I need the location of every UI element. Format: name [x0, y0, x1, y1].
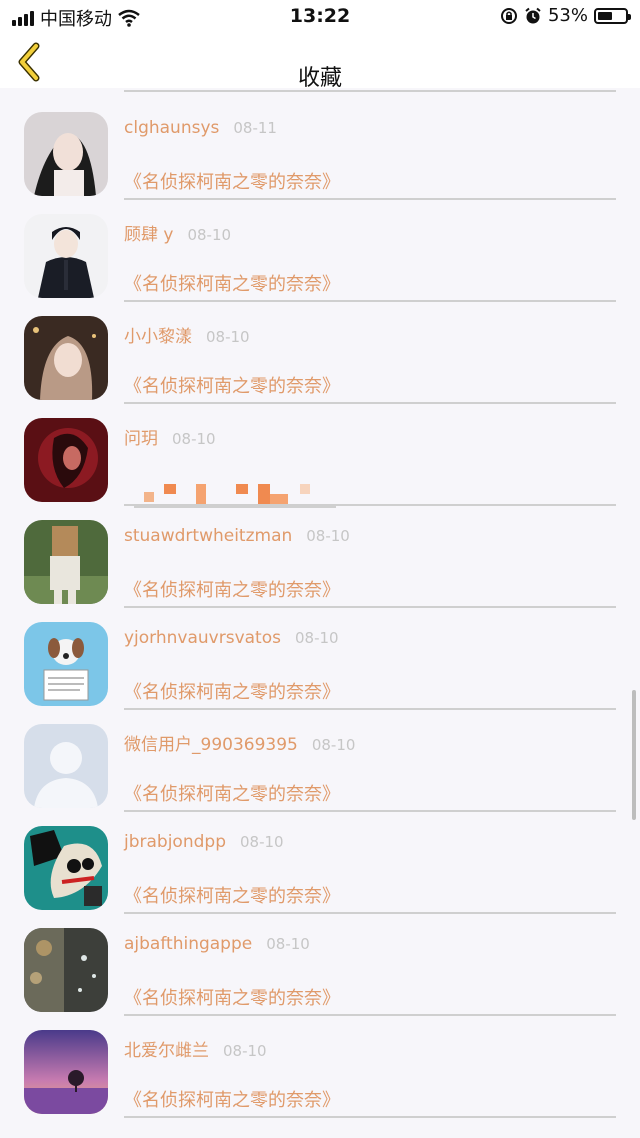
user-name[interactable]: ajbafthingappe	[124, 934, 252, 954]
battery-level	[598, 11, 612, 20]
user-name[interactable]: 顾肆 y	[124, 225, 173, 245]
user-name[interactable]: yjorhnvauvrsvatos	[124, 628, 281, 648]
favorite-quote[interactable]: 《名侦探柯南之零的奈奈》	[124, 678, 340, 704]
user-name[interactable]: jbrabjondpp	[124, 832, 226, 852]
post-date: 08-10	[223, 1042, 267, 1060]
nav-bar: 收藏	[0, 32, 640, 91]
avatar[interactable]	[24, 520, 108, 604]
battery-percent: 53%	[547, 5, 588, 26]
page-title: 收藏	[297, 66, 342, 91]
user-name[interactable]: 微信用户_990369395	[124, 735, 298, 755]
post-date: 08-11	[233, 119, 277, 137]
list-item[interactable]: jbrabjondpp 08-10 《名侦探柯南之零的奈奈》	[0, 816, 640, 918]
list-item[interactable]: ajbafthingappe 08-10 《名侦探柯南之零的奈奈》	[0, 918, 640, 1020]
user-name[interactable]: 问玥	[124, 429, 158, 449]
row-divider	[124, 1014, 616, 1016]
user-name[interactable]: stuawdrtwheitzman	[124, 526, 292, 546]
favorite-quote[interactable]: 《名侦探柯南之零的奈奈》	[124, 270, 340, 296]
favorite-quote[interactable]: 《名侦探柯南之零的奈奈》	[124, 1086, 340, 1112]
avatar[interactable]	[24, 1030, 108, 1114]
row-divider	[124, 198, 616, 200]
avatar[interactable]	[24, 928, 108, 1012]
row-divider	[124, 912, 616, 914]
status-bar: 中国移动 13:22 53%	[0, 0, 640, 32]
favorite-quote[interactable]: 《名侦探柯南之零的奈奈》	[124, 882, 340, 908]
user-name[interactable]: 小小黎漾	[124, 327, 192, 347]
scroll-indicator[interactable]	[632, 690, 636, 820]
post-date: 08-10	[187, 226, 232, 244]
list-item[interactable]: yjorhnvauvrsvatos 08-10 《名侦探柯南之零的奈奈》	[0, 612, 640, 714]
post-date: 08-10	[172, 430, 216, 448]
row-divider	[124, 708, 616, 710]
user-name[interactable]: 北爱尔雌兰	[124, 1041, 209, 1061]
post-date: 08-10	[239, 833, 284, 851]
row-divider	[124, 402, 616, 404]
post-date: 08-10	[306, 527, 350, 545]
censored-quote-mosaic	[134, 484, 336, 508]
row-divider	[124, 810, 616, 812]
avatar[interactable]	[24, 622, 108, 706]
row-divider	[124, 1116, 616, 1118]
row-divider	[124, 300, 616, 302]
avatar[interactable]	[24, 112, 108, 196]
favorite-quote[interactable]: 《名侦探柯南之零的奈奈》	[124, 984, 340, 1010]
favorite-quote[interactable]: 《名侦探柯南之零的奈奈》	[124, 372, 340, 398]
post-date: 08-10	[206, 328, 250, 346]
list-item[interactable]: clghaunsys 08-11 《名侦探柯南之零的奈奈》	[0, 102, 640, 204]
user-name[interactable]: clghaunsys	[124, 118, 219, 138]
post-date: 08-10	[266, 935, 310, 953]
avatar[interactable]	[24, 418, 108, 502]
favorites-list[interactable]: clghaunsys 08-11 《名侦探柯南之零的奈奈》 顾肆 y 08-10 《…	[0, 0, 640, 1138]
list-item[interactable]: 微信用户_990369395 08-10 《名侦探柯南之零的奈奈》	[0, 714, 640, 816]
post-date: 08-10	[311, 736, 356, 754]
list-item[interactable]: 顾肆 y 08-10 《名侦探柯南之零的奈奈》	[0, 204, 640, 306]
list-item[interactable]: 问玥 08-10	[0, 408, 640, 510]
list-item[interactable]: stuawdrtwheitzman 08-10 《名侦探柯南之零的奈奈》	[0, 510, 640, 612]
post-date: 08-10	[294, 629, 339, 647]
avatar[interactable]	[24, 826, 108, 910]
list-item[interactable]: 北爱尔雌兰 08-10 《名侦探柯南之零的奈奈》	[0, 1020, 640, 1122]
favorite-quote[interactable]: 《名侦探柯南之零的奈奈》	[124, 780, 340, 806]
favorite-quote[interactable]: 《名侦探柯南之零的奈奈》	[124, 168, 340, 194]
avatar[interactable]	[24, 214, 108, 298]
favorite-quote[interactable]: 《名侦探柯南之零的奈奈》	[124, 576, 340, 602]
avatar[interactable]	[24, 316, 108, 400]
battery-icon	[594, 7, 631, 24]
alarm-icon	[525, 7, 541, 23]
rotation-lock-icon	[500, 7, 517, 24]
list-item[interactable]: 小小黎漾 08-10 《名侦探柯南之零的奈奈》	[0, 306, 640, 408]
row-divider	[124, 504, 616, 506]
avatar[interactable]	[24, 724, 108, 808]
row-divider	[124, 606, 616, 608]
